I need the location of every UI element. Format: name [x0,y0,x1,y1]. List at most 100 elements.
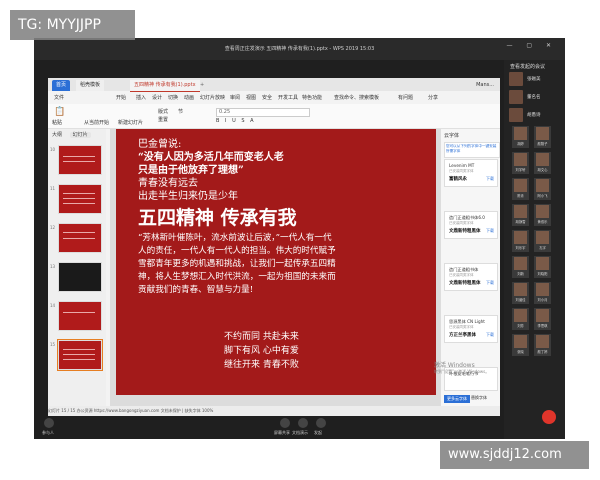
menu-transition[interactable]: 切换 [168,92,178,104]
font-download-button[interactable]: 下载 [486,280,494,286]
font-download-button[interactable]: 下载 [486,228,494,234]
slides-tab[interactable]: 幻灯片 [69,132,91,138]
participant-tile[interactable]: 胡静雪 [512,204,529,226]
menu-start-active[interactable]: 开始 [116,92,126,104]
participant-tile[interactable]: 刘芳 [512,308,529,330]
participant-tile[interactable]: 颜丁婷 [534,334,551,356]
font-download-button[interactable]: 下载 [486,332,494,338]
thumb-header: 大纲 幻灯片 [52,131,91,138]
more-fonts-button[interactable]: 更多云字体 [444,395,470,403]
font-card[interactable]: Levenim MT 已安装同类字体 富鹤风永 下载 [444,159,498,187]
participant-tile[interactable]: 黄双乐 [534,204,551,226]
slide-thumbnail[interactable] [58,301,102,331]
tab-document[interactable]: 五四精神 传承有我(1).pptx [130,80,200,92]
menu-devtools[interactable]: 开发工具 [278,92,298,104]
participant-tile[interactable]: 刘宇轩 [512,152,529,174]
participant-tile[interactable]: 张晓 [512,334,529,356]
paste-label[interactable]: 粘贴 [52,119,62,126]
participant-tile[interactable]: 阿小飞 [534,178,551,200]
thumb-number: 13 [50,264,56,269]
end-meeting-button[interactable] [542,410,556,424]
slide-thumbnail[interactable] [58,184,102,214]
more-label: 发起 [314,430,322,435]
participant-tile[interactable]: 刘乐宇 [512,230,529,252]
participant-tile[interactable]: 刘新 [512,256,529,278]
tile-name: 刘芳 [517,324,524,328]
participant-tile[interactable]: 刘晓阳 [534,256,551,278]
participant-tile[interactable]: 刘涵佳 [512,282,529,304]
menu-special[interactable]: 特色功能 [302,92,322,104]
menu-review[interactable]: 审阅 [230,92,240,104]
outline-tab[interactable]: 大纲 [52,132,62,138]
activate-windows-title: 激活 Windows [434,362,475,369]
current-slide[interactable]: 巴金曾说: “没有人因为多活几年而变老人老 只是由于他放弃了理想” 青春没有远去… [116,129,436,395]
user-menu[interactable]: Mans... [476,80,494,91]
tile-name: 颜翔子 [537,142,548,146]
ribbon-toolbar: 📋 粘贴 从当前开始 新建幻灯片 版式 重置 节 0.25 B I U S A [48,104,500,129]
menu-design[interactable]: 设计 [152,92,162,104]
font-sub: 已安装同类字体 [449,325,474,329]
participant-tile[interactable]: 胡文心 [534,152,551,174]
participant-tile[interactable]: 胡婷 [512,126,529,148]
slide-paragraph-line: “芳林新叶催陈叶，流水前波让后波，”一代人有一代 [138,233,332,243]
participants-icon[interactable] [44,418,54,428]
slide-thumbnail[interactable] [58,145,102,175]
participant-tile[interactable]: 陈青 [512,178,529,200]
watermark-bottom-right: www.sjddj12.com [440,441,589,469]
slide-thumbnail[interactable] [58,223,102,253]
menu-insert[interactable]: 插入 [136,92,146,104]
play-from-current[interactable]: 从当前开始 [84,119,109,126]
participant[interactable]: 胡愚诗 [509,108,565,122]
font-sub: 已安装同类字体 [449,221,474,225]
participant-tile[interactable]: 李思琪 [534,308,551,330]
font-size-input[interactable]: 0.25 [216,108,310,117]
slide-paragraph-line: 人的责任，一代人有一代人的担当。伟大的时代赋予 [138,246,336,256]
menu-security[interactable]: 安全 [262,92,272,104]
section-button[interactable]: 节 [178,108,183,115]
screen-share-icon[interactable] [280,418,290,428]
tab-home[interactable]: 首页 [52,80,71,91]
slide-thumbnail[interactable] [58,262,102,292]
avatar [514,283,527,296]
font-card[interactable]: 造门正道粗书体 已安装同类字体 文鼎新特粗黑体 下载 [444,263,498,291]
more-icon[interactable] [316,418,326,428]
add-tab-button[interactable]: + [196,80,208,91]
participant-tile[interactable]: 刘小月 [534,282,551,304]
window-controls[interactable]: — ▢ ✕ [506,42,557,49]
tab-templates[interactable]: 稻壳模板 [76,80,105,91]
menu-file[interactable]: 文件 [54,92,64,104]
menu-animation[interactable]: 动画 [184,92,194,104]
avatar [514,309,527,322]
avatar [509,72,523,86]
paste-icon[interactable]: 📋 [54,107,65,117]
reset-button[interactable]: 重置 [158,116,168,123]
search-commands[interactable]: 查找命令、搜索模板 [334,92,379,104]
participant-tile[interactable]: 孔宇 [534,230,551,252]
participant[interactable]: 张磁美 [509,72,565,86]
font-preview: 文鼎新特粗黑体 [449,281,481,286]
slide-thumbnail-selected[interactable] [57,339,103,371]
slide-verse: 不约而同 共赴未来 [224,332,299,342]
menu-share[interactable]: 分享 [428,92,438,104]
format-buttons[interactable]: B I U S A [216,118,256,124]
participant[interactable]: 董名名 [509,90,565,104]
menu-help[interactable]: 有问题 [398,92,413,104]
avatar [536,205,549,218]
avatar [536,335,549,348]
font-preview: 文鼎新特粗黑体 [449,229,481,234]
menu-slideshow[interactable]: 幻灯片放映 [200,92,225,104]
font-card[interactable]: 思源黑体 CN Light 已安装同类字体 方正兰亭黑体 下载 [444,315,498,343]
status-bar: 幻灯片 15 / 15 办公资源 https://www.bangongziyu… [48,406,500,416]
layout-button[interactable]: 版式 [158,108,168,115]
avatar [514,179,527,192]
slide-text: 出走半生归来仍是少年 [138,191,238,202]
new-slide-button[interactable]: 新建幻灯片 [118,119,143,126]
font-download-button[interactable]: 下载 [486,176,494,182]
doc-present-icon[interactable] [298,418,308,428]
font-name: Levenim MT [449,163,475,168]
participant-tile[interactable]: 颜翔子 [534,126,551,148]
replace-fonts-link[interactable]: 替换字体 [471,395,487,401]
participant-name: 张磁美 [527,77,541,82]
menu-view[interactable]: 视图 [246,92,256,104]
font-card[interactable]: 造门正道粗书体6.0 已安装同类字体 文鼎新特粗黑体 下载 [444,211,498,239]
